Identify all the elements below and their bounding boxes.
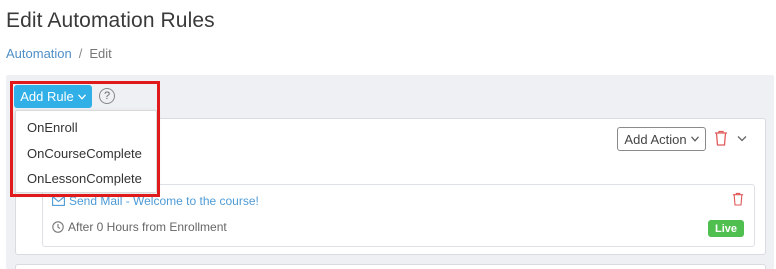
mail-icon bbox=[52, 196, 65, 206]
action-schedule: After 0 Hours from Enrollment bbox=[52, 220, 227, 234]
menu-item-oncoursecomplete[interactable]: OnCourseComplete bbox=[16, 141, 156, 167]
menu-item-onenroll[interactable]: OnEnroll bbox=[16, 115, 156, 141]
action-link[interactable]: Send Mail - Welcome to the course! bbox=[52, 194, 259, 208]
schedule-text: After 0 Hours from Enrollment bbox=[68, 220, 227, 234]
clock-icon bbox=[52, 221, 64, 233]
menu-item-onlessoncomplete[interactable]: OnLessonComplete bbox=[16, 166, 156, 192]
breadcrumb-current: Edit bbox=[89, 46, 112, 61]
breadcrumb-automation-link[interactable]: Automation bbox=[6, 46, 72, 61]
action-text: Send Mail - Welcome to the course! bbox=[69, 194, 259, 208]
breadcrumb-separator: / bbox=[78, 46, 83, 61]
add-rule-button[interactable]: Add Rule bbox=[14, 85, 92, 108]
add-action-button[interactable]: Add Action bbox=[617, 127, 706, 151]
rule-card bbox=[15, 264, 766, 269]
breadcrumb: Automation / Edit bbox=[6, 46, 112, 61]
trash-icon[interactable] bbox=[714, 130, 728, 146]
trash-icon[interactable] bbox=[732, 192, 744, 206]
status-badge: Live bbox=[708, 220, 744, 237]
chevron-down-icon bbox=[690, 136, 699, 142]
chevron-down-icon[interactable] bbox=[737, 135, 747, 142]
page-title: Edit Automation Rules bbox=[6, 9, 215, 32]
question-circle-icon[interactable]: ? bbox=[99, 88, 115, 104]
add-rule-dropdown-menu: OnEnroll OnCourseComplete OnLessonComple… bbox=[15, 110, 157, 193]
chevron-down-icon bbox=[77, 94, 86, 100]
add-rule-label: Add Rule bbox=[20, 89, 74, 104]
add-action-label: Add Action bbox=[624, 131, 687, 147]
